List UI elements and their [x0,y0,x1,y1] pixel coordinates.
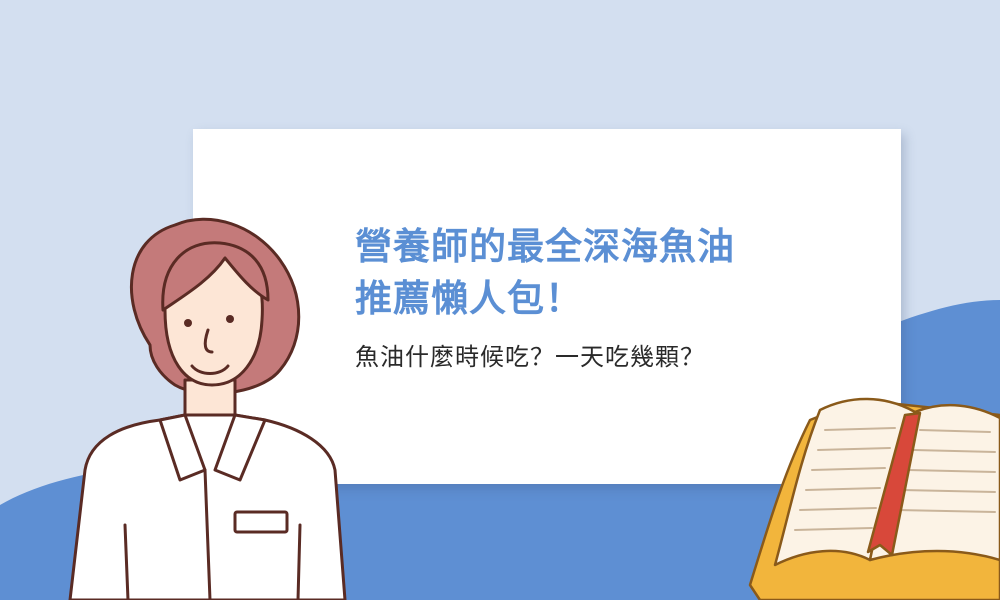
open-book [748,397,1000,600]
banner: 營養師的最全深海魚油 推薦懶人包！ 魚油什麼時候吃？一天吃幾顆？ [0,0,1000,600]
nutritionist-character [68,217,347,600]
illustration-layer [68,217,1000,600]
